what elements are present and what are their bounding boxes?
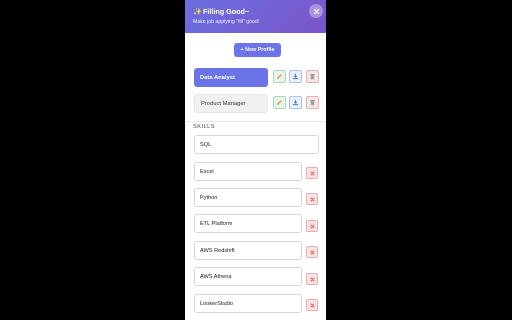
close-icon — [310, 224, 314, 228]
pencil-icon — [277, 100, 282, 105]
extension-popup: ✨Filling Good~ Make job applying "fill" … — [185, 0, 326, 320]
skill-input[interactable]: SQL — [194, 135, 319, 154]
profile-item-product-manager[interactable]: Product Manager — [194, 94, 268, 113]
skill-input[interactable]: LookerStudio — [194, 294, 302, 313]
skill-input[interactable]: ETL Platform — [194, 214, 302, 233]
close-icon — [310, 250, 314, 254]
export-profile-button[interactable] — [289, 96, 302, 109]
close-icon — [310, 171, 314, 175]
edit-profile-button[interactable] — [273, 96, 286, 109]
skill-input[interactable]: Python — [194, 188, 302, 207]
edit-profile-button[interactable] — [273, 70, 286, 83]
remove-skill-button[interactable] — [306, 299, 318, 311]
download-icon — [293, 99, 298, 106]
trash-icon — [310, 74, 315, 80]
section-divider — [185, 121, 326, 122]
close-icon — [310, 277, 314, 281]
trash-icon — [310, 100, 315, 106]
close-icon — [310, 197, 314, 201]
skill-input[interactable]: AWS Athena — [194, 267, 302, 286]
skill-input[interactable]: AWS Redshift — [194, 241, 302, 260]
pencil-icon — [277, 74, 282, 79]
skill-input[interactable]: Excel — [194, 162, 302, 181]
remove-skill-button[interactable] — [306, 193, 318, 205]
close-icon — [313, 8, 319, 14]
export-profile-button[interactable] — [289, 70, 302, 83]
profile-item-data-analyst[interactable]: Data Analyst — [194, 68, 268, 87]
delete-profile-button[interactable] — [306, 96, 319, 109]
remove-skill-button[interactable] — [306, 246, 318, 258]
new-profile-button[interactable]: + New Profile — [234, 43, 281, 57]
remove-skill-button[interactable] — [306, 220, 318, 232]
app-title: ✨Filling Good~ — [193, 7, 249, 16]
app-subtitle: Make job applying "fill" good! — [193, 19, 260, 25]
sparkle-icon: ✨ — [193, 7, 202, 16]
download-icon — [293, 73, 298, 80]
app-title-text: Filling Good~ — [202, 7, 250, 16]
delete-profile-button[interactable] — [306, 70, 319, 83]
popup-header: ✨Filling Good~ Make job applying "fill" … — [185, 0, 326, 33]
close-button[interactable] — [309, 4, 323, 18]
remove-skill-button[interactable] — [306, 167, 318, 179]
skills-heading: SKILLS — [193, 124, 215, 130]
remove-skill-button[interactable] — [306, 273, 318, 285]
close-icon — [310, 303, 314, 307]
